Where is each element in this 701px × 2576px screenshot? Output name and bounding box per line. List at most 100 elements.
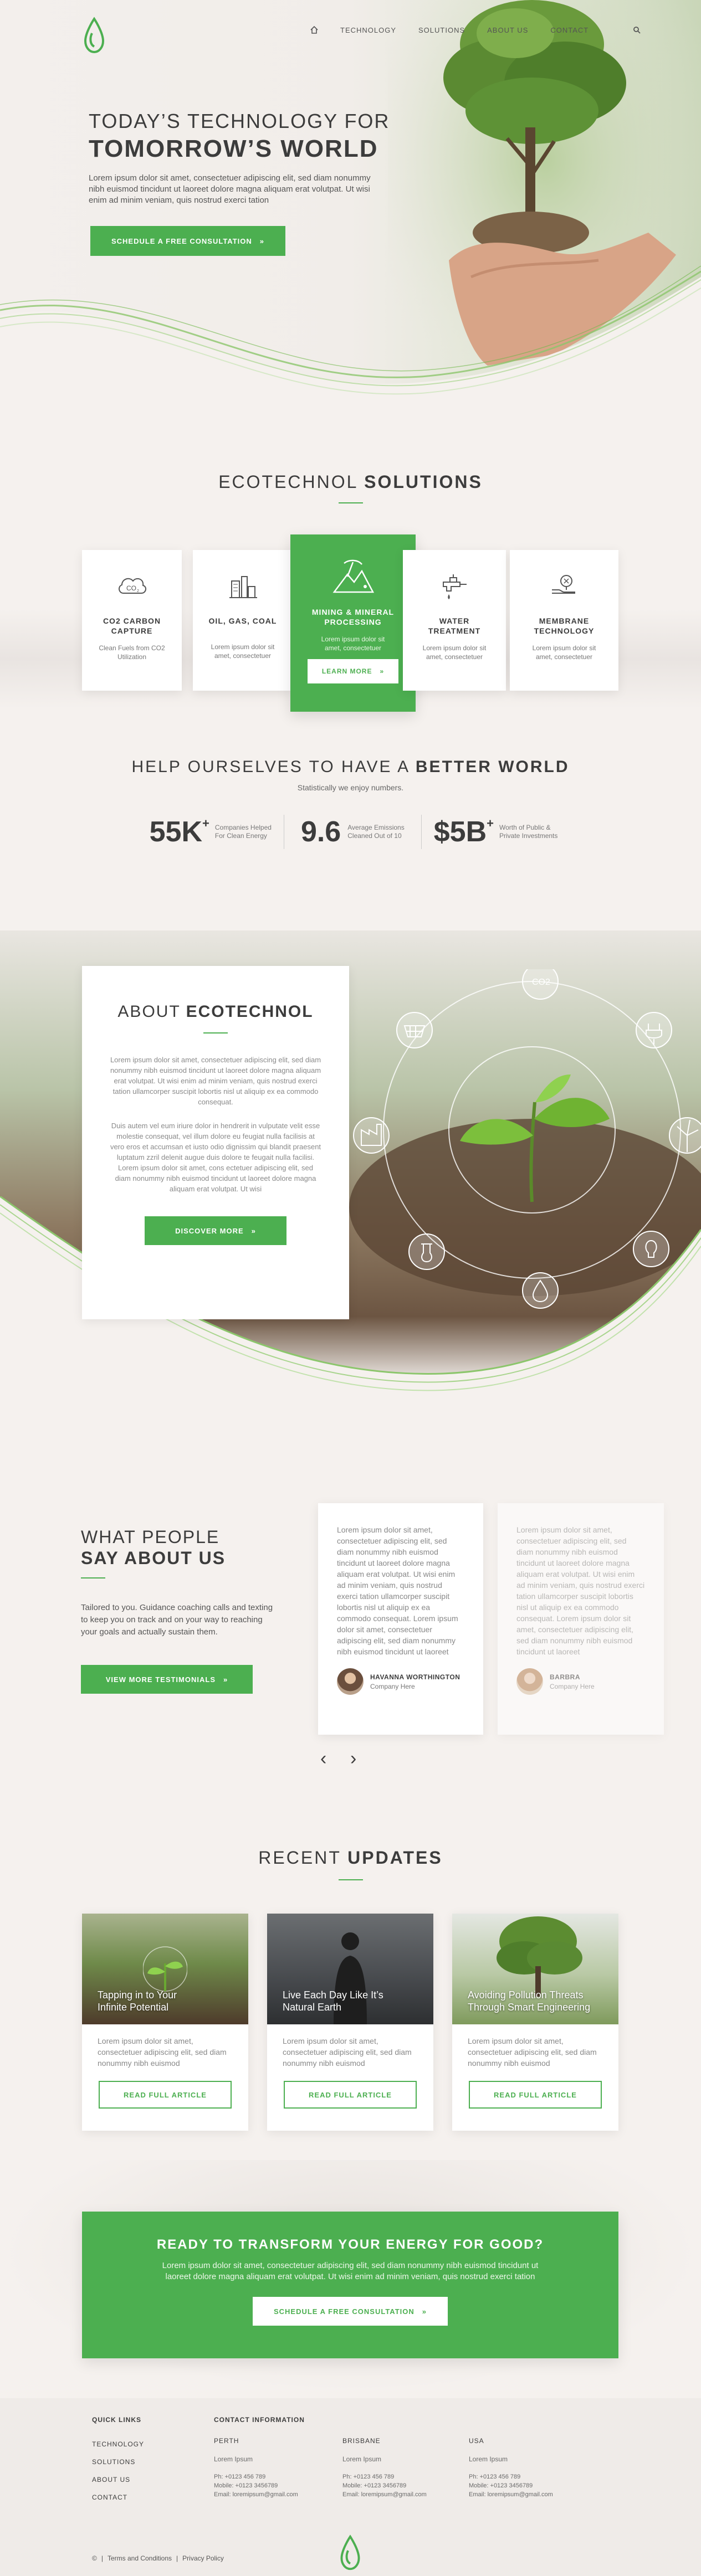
- update-image: Live Each Day Like It’s Natural Earth: [267, 1914, 433, 2024]
- nav-contact[interactable]: CONTACT: [550, 26, 589, 34]
- about-section: CO2 ABOUT ECOTECHNOL Lorem ipsum dolor s…: [0, 897, 701, 1451]
- co2-icon: CO 2: [119, 578, 146, 594]
- oil-gas-coal-icon: [229, 576, 257, 598]
- solution-desc: Lorem ipsum dolor sit: [321, 635, 385, 643]
- footer-legal: © | Terms and Conditions | Privacy Polic…: [92, 2554, 224, 2562]
- stat-value: 55K: [149, 816, 203, 848]
- nav-solutions[interactable]: SOLUTIONS: [418, 26, 465, 34]
- solution-desc: Clean Fuels from CO2: [99, 644, 165, 652]
- solution-desc-2: amet, consectetuer: [535, 653, 593, 661]
- testimonial-text: Lorem ipsum dolor sit amet, consectetuer…: [337, 1525, 458, 1656]
- title-underline: [81, 1577, 105, 1578]
- terms-link[interactable]: Terms and Conditions: [108, 2554, 172, 2562]
- about-title-light: ABOUT: [117, 1002, 181, 1021]
- office-phone: Ph: +0123 456 789: [469, 2474, 521, 2480]
- stat-label: Companies Helped: [214, 824, 272, 831]
- stat-label-2: Cleaned Out of 10: [347, 832, 402, 840]
- better-title-light: HELP OURSELVES TO HAVE A: [131, 758, 410, 776]
- testimonial-card: Lorem ipsum dolor sit amet, consectetuer…: [498, 1503, 664, 1735]
- footer-link-about-us[interactable]: ABOUT US: [92, 2476, 144, 2484]
- carousel-prev-button[interactable]: ‹: [320, 1749, 326, 1768]
- office-phone: Ph: +0123 456 789: [214, 2474, 266, 2480]
- office-address: Lorem Ipsum: [214, 2455, 253, 2463]
- update-body: Lorem ipsum dolor sit amet, consectetuer…: [468, 2037, 597, 2068]
- updates-title: RECENT UPDATES: [0, 1848, 701, 1880]
- solution-desc: Lorem ipsum dolor sit: [422, 644, 487, 652]
- testimonial-name: HAVANNA WORTHINGTON: [370, 1673, 460, 1681]
- update-title: Tapping in to Your: [98, 1989, 177, 2001]
- update-image: Tapping in to Your Infinite Potential: [82, 1914, 248, 2024]
- update-card[interactable]: Live Each Day Like It’s Natural Earth Lo…: [267, 1914, 433, 2131]
- hero-section: TECHNOLOGY SOLUTIONS ABOUT US CONTACT TO…: [0, 0, 701, 421]
- solution-card-membrane[interactable]: MEMBRANE TECHNOLOGY Lorem ipsum dolor sit…: [510, 550, 618, 691]
- solution-card-oil-gas-coal[interactable]: OIL, GAS, COAL Lorem ipsum dolor sit amet…: [193, 550, 293, 691]
- home-icon[interactable]: [310, 25, 318, 34]
- solution-title: OIL, GAS, COAL: [208, 616, 277, 625]
- chevrons-right-icon: »: [380, 667, 385, 675]
- learn-more-button[interactable]: LEARN MORE »: [308, 659, 398, 683]
- privacy-link[interactable]: Privacy Policy: [182, 2554, 224, 2562]
- office-phone: Ph: +0123 456 789: [342, 2474, 395, 2480]
- office-email[interactable]: Email: loremipsum@gmail.com: [342, 2490, 427, 2499]
- hero-cta-button[interactable]: SCHEDULE A FREE CONSULTATION »: [90, 226, 285, 256]
- footer-link-technology[interactable]: TECHNOLOGY: [92, 2440, 144, 2448]
- logo-drop-icon[interactable]: [83, 17, 105, 56]
- read-full-article-button[interactable]: READ FULL ARTICLE: [284, 2081, 417, 2109]
- office-city: BRISBANE: [342, 2437, 381, 2445]
- office-usa: USA Lorem Ipsum Ph: +0123 456 789 Mobile…: [469, 2437, 553, 2499]
- solution-title: WATER: [439, 616, 470, 625]
- search-icon[interactable]: [633, 26, 641, 34]
- office-mobile: Mobile: +0123 3456789: [469, 2482, 533, 2489]
- hero-title-line1: TODAY’S TECHNOLOGY FOR: [89, 110, 390, 132]
- update-title: Avoiding Pollution Threats: [468, 1989, 584, 2001]
- title-underline: [338, 502, 363, 503]
- solutions-title: ECOTECHNOL SOLUTIONS: [0, 472, 701, 503]
- testimonials-title-line1: WHAT PEOPLE: [81, 1527, 220, 1547]
- about-paragraph-2: Duis autem vel eum iriure dolor in hendr…: [110, 1122, 321, 1161]
- co2-label: CO2: [532, 978, 550, 987]
- avatar: [337, 1668, 364, 1695]
- hero-body: Lorem ipsum dolor sit amet, consectetuer…: [89, 173, 371, 205]
- read-full-article-button[interactable]: READ FULL ARTICLE: [469, 2081, 602, 2109]
- footer-logo-drop-icon[interactable]: [339, 2534, 361, 2573]
- quick-links: QUICK LINKS TECHNOLOGY SOLUTIONS ABOUT U…: [92, 2416, 144, 2501]
- view-more-testimonials-button[interactable]: VIEW MORE TESTIMONIALS »: [81, 1665, 253, 1694]
- solution-desc: Lorem ipsum dolor sit: [532, 644, 596, 652]
- updates-title-bold: UPDATES: [347, 1848, 443, 1868]
- update-body: Lorem ipsum dolor sit amet, consectetuer…: [283, 2037, 412, 2068]
- solution-desc-2: Utilization: [117, 653, 147, 661]
- update-title-2: Infinite Potential: [98, 2002, 169, 2013]
- office-email[interactable]: Email: loremipsum@gmail.com: [469, 2490, 553, 2499]
- update-title-2: Through Smart Engineering: [468, 2002, 591, 2013]
- solutions-title-light: ECOTECHNOL: [218, 472, 358, 492]
- testimonial-card: Lorem ipsum dolor sit amet, consectetuer…: [318, 1503, 483, 1735]
- footer-link-solutions[interactable]: SOLUTIONS: [92, 2458, 144, 2466]
- read-full-article-button[interactable]: READ FULL ARTICLE: [99, 2081, 232, 2109]
- mining-icon: [332, 559, 375, 593]
- cta-title: READY TO TRANSFORM YOUR ENERGY FOR GOOD?: [156, 2237, 544, 2252]
- solution-card-mining[interactable]: MINING & MINERAL PROCESSING Lorem ipsum d…: [290, 534, 416, 712]
- learn-more-label: LEARN MORE: [321, 667, 372, 675]
- solution-card-water[interactable]: WATER TREATMENT Lorem ipsum dolor sit amet…: [403, 550, 506, 691]
- chevrons-right-icon: »: [223, 1675, 228, 1684]
- stat-sup: +: [487, 816, 494, 830]
- svg-text:CO: CO: [126, 584, 136, 592]
- nav-about-us[interactable]: ABOUT US: [487, 26, 528, 34]
- solution-desc-2: amet, consectetuer: [426, 653, 483, 661]
- stat-label: Average Emissions: [347, 824, 405, 831]
- discover-more-button[interactable]: DISCOVER MORE »: [145, 1216, 286, 1245]
- update-card[interactable]: Tapping in to Your Infinite Potential Lo…: [82, 1914, 248, 2131]
- update-body: Lorem ipsum dolor sit amet, consectetuer…: [98, 2037, 227, 2068]
- footer-link-contact[interactable]: CONTACT: [92, 2493, 144, 2501]
- office-email[interactable]: Email: loremipsum@gmail.com: [214, 2490, 298, 2499]
- contact-info-title: CONTACT INFORMATION: [214, 2416, 305, 2424]
- solutions-title-bold: SOLUTIONS: [364, 472, 483, 492]
- solution-card-co2[interactable]: CO 2 CO2 CARBON CAPTURE Clean Fuels from C…: [82, 550, 182, 691]
- nav-technology[interactable]: TECHNOLOGY: [340, 26, 396, 34]
- solution-desc-2: amet, consectetuer: [214, 652, 272, 660]
- update-card[interactable]: Avoiding Pollution Threats Through Smart…: [452, 1914, 618, 2131]
- hero-wave-decoration: [0, 266, 701, 421]
- cta-button[interactable]: SCHEDULE A FREE CONSULTATION »: [253, 2297, 448, 2326]
- office-address: Lorem Ipsum: [469, 2455, 508, 2463]
- carousel-next-button[interactable]: ›: [350, 1749, 356, 1768]
